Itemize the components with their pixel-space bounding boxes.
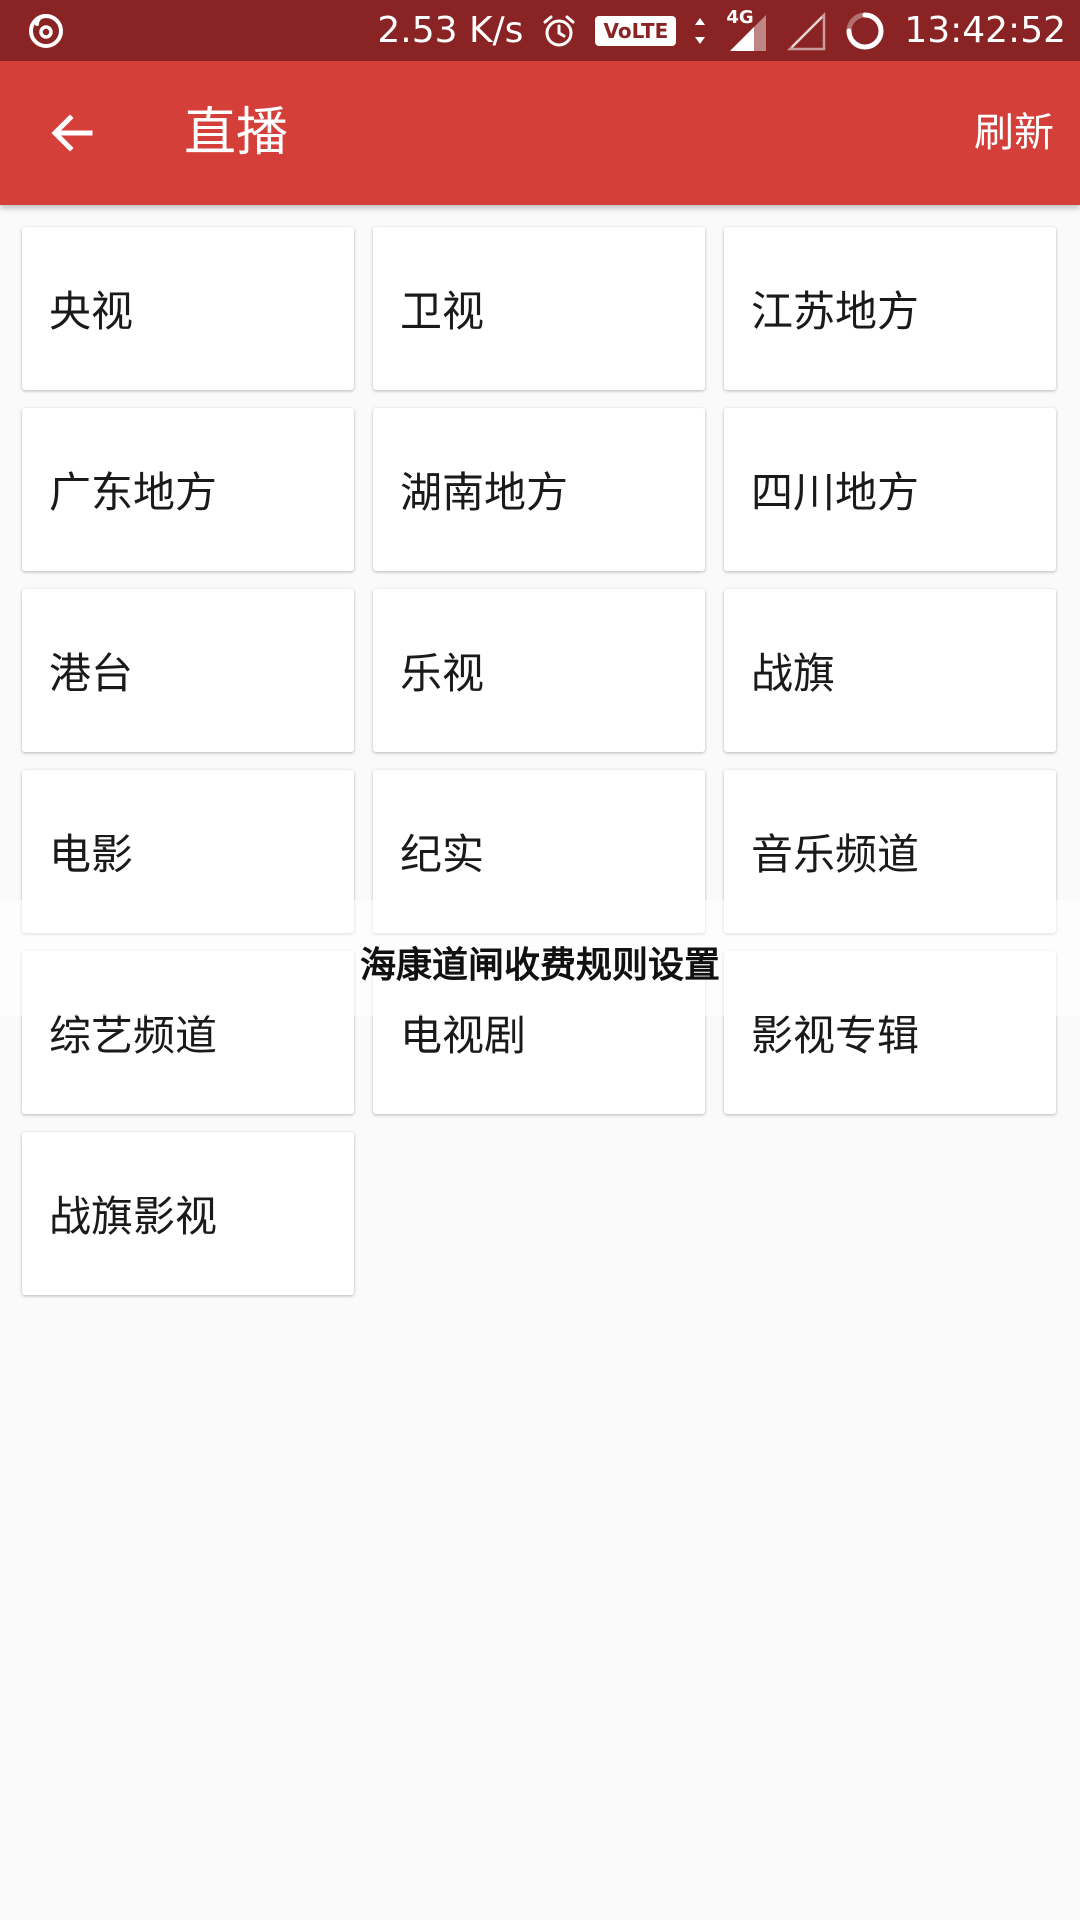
network-type-label: 4G [726,6,754,28]
channel-tile-sichuan[interactable]: 四川地方 [724,408,1056,571]
channel-tile-hktw[interactable]: 港台 [22,589,354,752]
channel-tile-hunan[interactable]: 湖南地方 [373,408,705,571]
signal-empty-icon [786,11,826,51]
alarm-icon [541,13,577,49]
channel-grid: 央视 卫视 江苏地方 广东地方 湖南地方 四川地方 港台 乐视 战旗 电影 纪实… [22,227,1058,1295]
tile-label: 战旗影视 [49,1192,218,1241]
tile-label: 音乐频道 [751,830,920,879]
tile-label: 乐视 [400,649,485,698]
netease-music-icon [26,10,66,50]
net-speed: 2.53 K/s [377,10,524,51]
channel-tile-zhanqi[interactable]: 战旗 [724,589,1056,752]
channel-tile-cctv[interactable]: 央视 [22,227,354,390]
data-arrows-icon [694,16,706,46]
tile-label: 广东地方 [49,468,218,517]
tile-label: 纪实 [400,830,485,879]
channel-tile-jiangsu[interactable]: 江苏地方 [724,227,1056,390]
volte-icon: VoLTE [595,15,677,46]
channel-tile-guangdong[interactable]: 广东地方 [22,408,354,571]
watermark-text: 海康道闸收费规则设置 [359,945,720,986]
tile-label: 战旗 [751,649,836,698]
signal-4g-icon: 4G [724,6,768,53]
channel-tile-zhanqi-film[interactable]: 战旗影视 [22,1132,354,1295]
refresh-button[interactable]: 刷新 [974,61,1054,205]
app-bar: 直播 刷新 [0,61,1080,205]
loading-ring-icon [844,10,886,52]
status-bar: 2.53 K/s VoLTE 4G 13:42:52 [0,0,1080,61]
arrow-back-icon [48,109,96,157]
channel-tile-satellite[interactable]: 卫视 [373,227,705,390]
page-title: 直播 [184,103,289,163]
back-button[interactable] [40,101,104,165]
clock: 13:42:52 [904,10,1066,51]
tile-label: 江苏地方 [751,287,920,336]
tile-label: 电影 [49,830,134,879]
status-indicators: 2.53 K/s VoLTE 4G 13:42:52 [377,0,1066,61]
channel-tile-letv[interactable]: 乐视 [373,589,705,752]
tile-label: 四川地方 [751,468,920,517]
tile-label: 央视 [49,287,134,336]
tile-label: 港台 [49,649,134,698]
tile-label: 湖南地方 [400,468,569,517]
tile-label: 卫视 [400,287,485,336]
